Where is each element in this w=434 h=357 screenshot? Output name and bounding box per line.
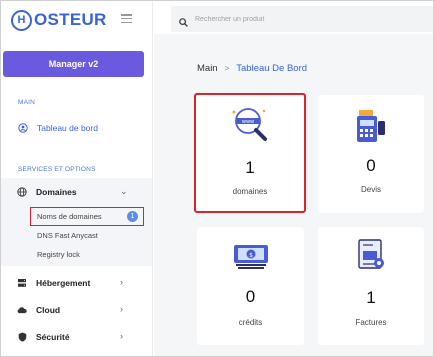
sidebar-item-cloud[interactable]: Cloud [17,305,60,315]
chevron-right-icon[interactable]: › [120,331,123,341]
notification-badge: 1 [127,211,138,222]
card-devis[interactable]: 0 Devis [318,95,424,213]
user-circle-icon [18,123,28,133]
card-count: 1 [366,288,376,307]
sidebar-subitem-dns-fast-anycast[interactable]: DNS Fast Anycast [37,231,98,240]
payment-terminal-icon [318,107,424,145]
sidebar-item-hebergement-label: Hébergement [36,278,91,288]
card-label: Devis [360,185,381,194]
hamburger-menu-icon[interactable] [121,14,132,23]
breadcrumb-root[interactable]: Main [197,63,218,74]
section-main-label: MAIN [18,99,36,106]
sidebar-item-hebergement[interactable]: Hébergement [17,278,90,288]
shield-icon [17,332,27,342]
cash-icon: $ [197,239,304,271]
server-icon [17,278,27,288]
chevron-right-icon[interactable]: › [120,304,123,314]
breadcrumb-separator: > [224,64,230,73]
card-count: 1 [245,158,255,177]
sidebar-item-dashboard-label: Tableau de bord [37,123,98,133]
sidebar-item-dashboard[interactable]: Tableau de bord [18,123,98,133]
logo-text: OSTEUR [34,10,107,29]
card-count: 0 [366,156,376,175]
logo[interactable]: H OSTEUR [11,9,107,31]
section-services-label: SERVICES ET OPTIONS [18,166,96,173]
chevron-right-icon[interactable]: › [120,277,123,287]
sidebar-item-domaines[interactable]: Domaines [17,187,77,197]
svg-text:www: www [242,119,254,125]
sidebar-subitem-registry-lock[interactable]: Registry lock [37,250,80,259]
card-count: 0 [245,287,256,306]
cloud-icon [17,305,27,315]
breadcrumb-current: Tableau De Bord [236,63,308,74]
card-label: Factures [355,318,387,327]
manager-v2-button[interactable]: Manager v2 [3,51,144,77]
globe-icon [17,187,27,197]
www-search-icon: www [196,105,304,145]
logo-mark: H [11,9,32,31]
svg-text:$: $ [249,252,253,259]
search-bar[interactable] [171,6,433,32]
chevron-down-icon[interactable]: ⌄ [120,186,128,197]
search-icon [179,14,188,32]
sidebar-item-securite[interactable]: Sécurité [17,332,70,342]
search-input[interactable] [195,12,425,26]
sidebar-item-securite-label: Sécurité [36,332,70,342]
card-domaines[interactable]: www 1 domaines [194,93,306,213]
card-credits[interactable]: $ 0 crédits [197,227,304,345]
sidebar-item-cloud-label: Cloud [36,305,61,315]
card-label: domaines [232,187,268,196]
card-label: crédits [238,318,263,327]
sidebar-item-domaines-label: Domaines [36,187,77,197]
card-factures[interactable]: 1 Factures [318,227,424,345]
invoice-icon [318,237,424,273]
breadcrumb: Main > Tableau De Bord [197,63,307,74]
